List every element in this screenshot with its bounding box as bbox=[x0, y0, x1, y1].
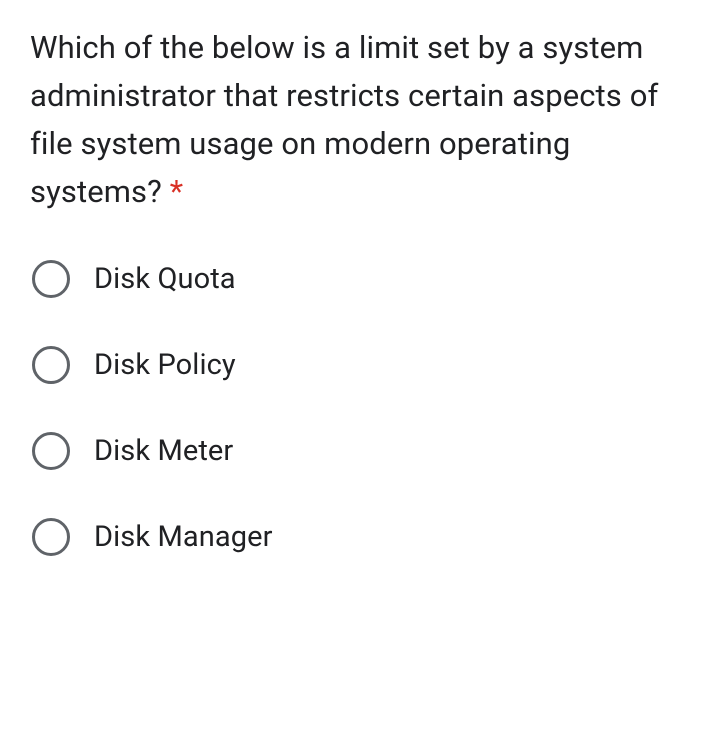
radio-icon bbox=[32, 260, 70, 298]
option-label: Disk Quota bbox=[94, 262, 236, 296]
option-label: Disk Policy bbox=[94, 348, 236, 382]
radio-icon bbox=[32, 432, 70, 470]
question-text: Which of the below is a limit set by a s… bbox=[30, 24, 690, 216]
option-label: Disk Meter bbox=[94, 434, 233, 468]
radio-icon bbox=[32, 346, 70, 384]
required-asterisk: * bbox=[170, 173, 183, 210]
option-disk-quota[interactable]: Disk Quota bbox=[32, 260, 690, 298]
option-disk-policy[interactable]: Disk Policy bbox=[32, 346, 690, 384]
option-disk-meter[interactable]: Disk Meter bbox=[32, 432, 690, 470]
radio-icon bbox=[32, 518, 70, 556]
option-label: Disk Manager bbox=[94, 520, 273, 554]
option-disk-manager[interactable]: Disk Manager bbox=[32, 518, 690, 556]
options-list: Disk Quota Disk Policy Disk Meter Disk M… bbox=[30, 260, 690, 556]
question-body: Which of the below is a limit set by a s… bbox=[30, 29, 658, 210]
